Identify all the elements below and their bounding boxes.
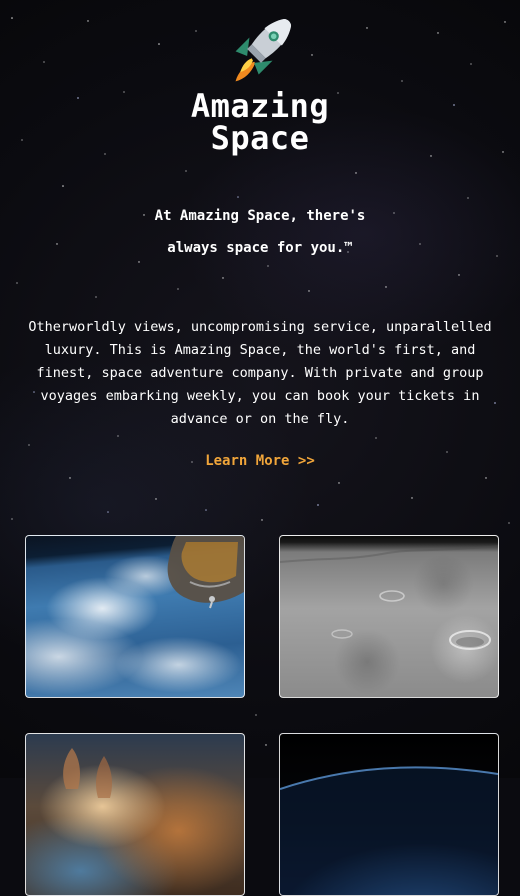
earth-horizon-graphic bbox=[280, 766, 498, 895]
company-description: Otherworldly views, uncompromising servi… bbox=[28, 319, 492, 427]
gallery-image-nebula[interactable] bbox=[25, 733, 245, 896]
page-content: Amazing Space At Amazing Space, there's … bbox=[0, 0, 520, 896]
brand-title-line-1: Amazing bbox=[190, 87, 330, 125]
brand-title: Amazing Space bbox=[0, 90, 520, 154]
learn-more-link[interactable]: Learn More >> bbox=[0, 453, 520, 469]
gallery-image-earth-space-station[interactable] bbox=[25, 535, 245, 698]
tagline-line-1: At Amazing Space, there's bbox=[154, 208, 366, 224]
brand-title-line-2: Space bbox=[210, 119, 310, 157]
rocket-icon bbox=[235, 18, 292, 82]
tagline-line-2: always space for you.™ bbox=[167, 240, 353, 256]
gallery-image-lunar-surface[interactable] bbox=[279, 535, 499, 698]
space-station-graphic bbox=[167, 536, 244, 609]
moon-craters-graphic bbox=[280, 545, 498, 650]
nebula-pillars-graphic bbox=[63, 748, 112, 798]
gallery-image-earth-horizon[interactable] bbox=[279, 733, 499, 896]
